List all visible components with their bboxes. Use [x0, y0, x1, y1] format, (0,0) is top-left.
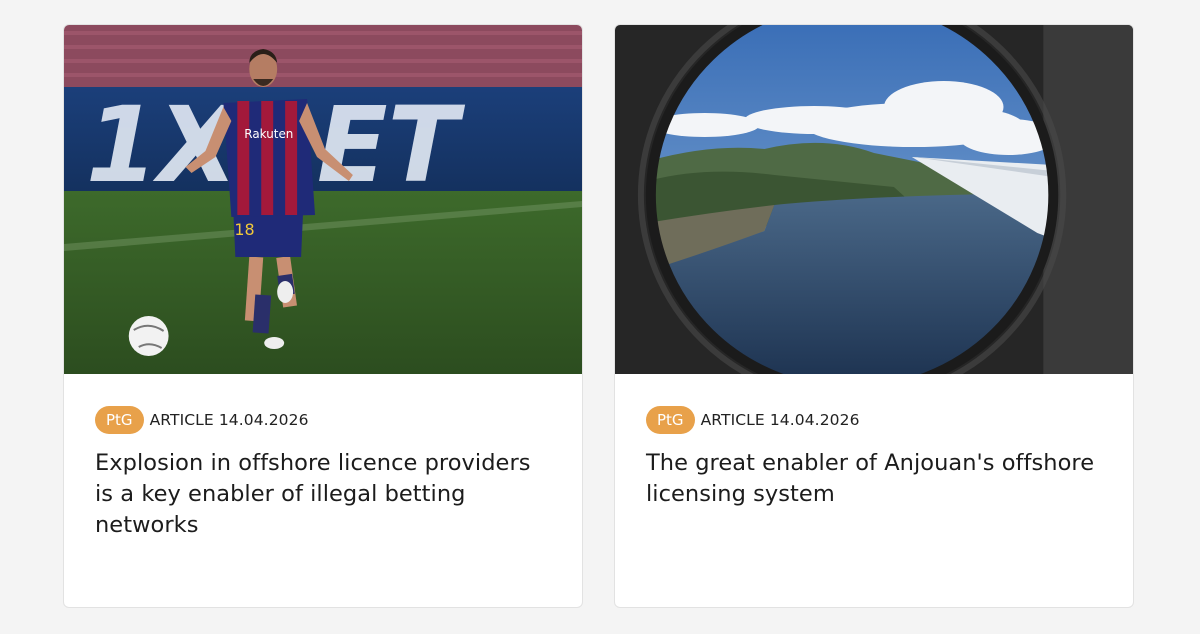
- article-title[interactable]: Explosion in offshore licence providers …: [95, 448, 554, 541]
- source-badge: PtG: [95, 406, 144, 434]
- source-badge: PtG: [646, 406, 695, 434]
- article-card-anjouan-licensing[interactable]: PtG ARTICLE 14.04.2026 The great enabler…: [614, 24, 1134, 608]
- airplane-window-photo: [615, 25, 1133, 374]
- article-card-offshore-licence-providers[interactable]: 1XBET: [63, 24, 583, 608]
- article-title[interactable]: The great enabler of Anjouan's offshore …: [646, 448, 1105, 510]
- shirt-number: 18: [234, 220, 254, 239]
- article-date: 14.04.2026: [218, 411, 309, 429]
- article-type-label: ARTICLE: [700, 411, 765, 429]
- article-date: 14.04.2026: [769, 411, 860, 429]
- article-grid: 1XBET: [0, 0, 1200, 634]
- article-image-footballer[interactable]: 1XBET: [64, 25, 582, 374]
- footballer-photo: 1XBET: [64, 25, 582, 374]
- article-meta: PtG ARTICLE 14.04.2026: [646, 406, 860, 434]
- article-type-label: ARTICLE: [149, 411, 214, 429]
- article-image-airplane-window[interactable]: [615, 25, 1133, 374]
- shirt-sponsor: Rakuten: [244, 127, 293, 141]
- article-meta: PtG ARTICLE 14.04.2026: [95, 406, 309, 434]
